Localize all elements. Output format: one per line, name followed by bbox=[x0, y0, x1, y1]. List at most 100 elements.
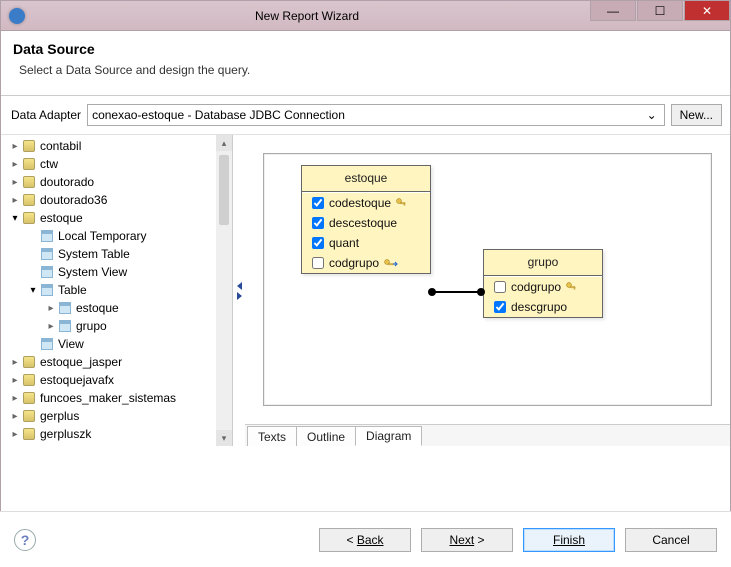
page-title: Data Source bbox=[13, 41, 718, 57]
help-icon[interactable]: ? bbox=[14, 529, 36, 551]
maximize-button[interactable]: ☐ bbox=[637, 1, 683, 21]
entity-field-row[interactable]: descestoque bbox=[302, 213, 430, 233]
tree-item[interactable]: View bbox=[5, 335, 232, 353]
tree[interactable]: ▸contabil▸ctw▸doutorado▸doutorado36▾esto… bbox=[1, 135, 232, 445]
triangle-left-icon bbox=[237, 282, 242, 290]
tree-item[interactable]: ▸ contabil bbox=[5, 137, 232, 155]
tree-item[interactable]: ▸ctw bbox=[5, 155, 232, 173]
tab-outline[interactable]: Outline bbox=[296, 426, 356, 446]
tree-item[interactable]: ▸ estoque_jasper bbox=[5, 353, 232, 371]
tree-item[interactable]: Local Temporary bbox=[5, 227, 232, 245]
database-icon bbox=[21, 373, 37, 387]
scroll-thumb[interactable] bbox=[219, 155, 229, 225]
connector-endpoint bbox=[477, 288, 485, 296]
tree-item-label: contabil bbox=[40, 139, 81, 153]
tree-item[interactable]: ▸ gerpluszk bbox=[5, 425, 232, 443]
entity-body: codgrupo descgrupo bbox=[484, 276, 602, 317]
tree-arrow-closed-icon[interactable]: ▸ bbox=[9, 158, 21, 170]
diagram-tabs: TextsOutlineDiagram bbox=[245, 424, 730, 446]
scroll-down-icon[interactable]: ▾ bbox=[216, 430, 232, 446]
wizard-footer: ? < Back Next > Finish Cancel bbox=[0, 511, 731, 567]
table-icon bbox=[39, 247, 55, 261]
chevron-down-icon: ⌄ bbox=[644, 108, 660, 122]
tree-arrow-open-icon[interactable]: ▾ bbox=[27, 284, 39, 296]
primary-key-icon bbox=[396, 198, 406, 208]
tab-texts[interactable]: Texts bbox=[247, 426, 297, 446]
database-icon bbox=[21, 391, 37, 405]
tree-item[interactable]: ▾estoque bbox=[5, 209, 232, 227]
tree-arrow-closed-icon[interactable]: ▸ bbox=[9, 356, 21, 368]
tree-item-label: Table bbox=[58, 283, 87, 297]
tree-item[interactable]: ▸estoque bbox=[5, 299, 232, 317]
field-label: codgrupo bbox=[329, 256, 379, 270]
field-label: codestoque bbox=[329, 196, 391, 210]
split-handle[interactable] bbox=[233, 135, 245, 446]
entity-grupo[interactable]: grupo codgrupo descgrupo bbox=[483, 249, 603, 318]
database-icon bbox=[21, 409, 37, 423]
tree-item-label: grupo bbox=[76, 319, 107, 333]
tree-arrow-closed-icon[interactable]: ▸ bbox=[45, 320, 57, 332]
close-button[interactable]: ✕ bbox=[684, 1, 730, 21]
tree-arrow-closed-icon[interactable]: ▸ bbox=[9, 410, 21, 422]
tree-arrow-open-icon[interactable]: ▾ bbox=[9, 212, 21, 224]
next-button[interactable]: Next > bbox=[421, 528, 513, 552]
field-checkbox[interactable] bbox=[312, 237, 324, 249]
tree-arrow-closed-icon[interactable]: ▸ bbox=[9, 140, 21, 152]
entity-field-row[interactable]: codestoque bbox=[302, 193, 430, 213]
table-icon bbox=[39, 229, 55, 243]
field-checkbox[interactable] bbox=[494, 301, 506, 313]
cancel-button[interactable]: Cancel bbox=[625, 528, 717, 552]
foreign-key-icon bbox=[384, 258, 398, 268]
tree-arrow-closed-icon[interactable]: ▸ bbox=[9, 176, 21, 188]
field-checkbox[interactable] bbox=[494, 281, 506, 293]
diagram-wrap: estoque codestoque descestoque quant codgru… bbox=[245, 135, 730, 446]
field-checkbox[interactable] bbox=[312, 197, 324, 209]
tree-item[interactable]: ▾ Table bbox=[5, 281, 232, 299]
entity-field-row[interactable]: descgrupo bbox=[484, 297, 602, 317]
diagram-pane[interactable]: estoque codestoque descestoque quant codgru… bbox=[245, 135, 730, 424]
field-checkbox[interactable] bbox=[312, 217, 324, 229]
tree-item[interactable]: ▸ gerplus bbox=[5, 407, 232, 425]
data-adapter-select[interactable]: conexao-estoque - Database JDBC Connecti… bbox=[87, 104, 665, 126]
tree-scrollbar[interactable]: ▴ ▾ bbox=[216, 135, 232, 446]
back-button[interactable]: < Back bbox=[319, 528, 411, 552]
minimize-button[interactable]: — bbox=[590, 1, 636, 21]
tree-item[interactable]: ▸ grupo bbox=[5, 317, 232, 335]
entity-title: estoque bbox=[302, 166, 430, 192]
tab-diagram[interactable]: Diagram bbox=[355, 426, 422, 446]
tree-arrow-closed-icon[interactable]: ▸ bbox=[45, 302, 57, 314]
database-icon bbox=[21, 139, 37, 153]
tree-item[interactable]: ▸ doutorado36 bbox=[5, 191, 232, 209]
database-icon bbox=[21, 211, 37, 225]
tree-item-label: View bbox=[58, 337, 84, 351]
tree-item[interactable]: ▸estoquejavafx bbox=[5, 371, 232, 389]
tree-item-label: estoque_jasper bbox=[40, 355, 122, 369]
finish-button[interactable]: Finish bbox=[523, 528, 615, 552]
entity-estoque[interactable]: estoque codestoque descestoque quant codgru… bbox=[301, 165, 431, 274]
main-split: ▸contabil▸ctw▸doutorado▸doutorado36▾esto… bbox=[1, 134, 730, 446]
field-label: quant bbox=[329, 236, 359, 250]
tree-item-label: doutorado36 bbox=[40, 193, 107, 207]
tree-item-label: gerplus bbox=[40, 409, 79, 423]
tree-item[interactable]: ▸funcoes_maker_sistemas bbox=[5, 389, 232, 407]
entity-field-row[interactable]: codgrupo bbox=[484, 277, 602, 297]
tree-item[interactable]: System View bbox=[5, 263, 232, 281]
tree-item-label: System View bbox=[58, 265, 127, 279]
tree-arrow-closed-icon[interactable]: ▸ bbox=[9, 194, 21, 206]
scroll-up-icon[interactable]: ▴ bbox=[216, 135, 232, 151]
entity-field-row[interactable]: codgrupo bbox=[302, 253, 430, 273]
tree-arrow-closed-icon[interactable]: ▸ bbox=[9, 374, 21, 386]
entity-title: grupo bbox=[484, 250, 602, 276]
new-adapter-button[interactable]: New... bbox=[671, 104, 722, 126]
tree-pane: ▸contabil▸ctw▸doutorado▸doutorado36▾esto… bbox=[1, 135, 233, 446]
wizard-header: Data Source Select a Data Source and des… bbox=[1, 31, 730, 96]
tree-item-label: gerpluszk bbox=[40, 427, 91, 441]
field-label: codgrupo bbox=[511, 280, 561, 294]
tree-arrow-closed-icon[interactable]: ▸ bbox=[9, 428, 21, 440]
table-icon bbox=[39, 283, 55, 297]
entity-field-row[interactable]: quant bbox=[302, 233, 430, 253]
tree-arrow-closed-icon[interactable]: ▸ bbox=[9, 392, 21, 404]
tree-item[interactable]: ▸doutorado bbox=[5, 173, 232, 191]
field-checkbox[interactable] bbox=[312, 257, 324, 269]
tree-item[interactable]: System Table bbox=[5, 245, 232, 263]
